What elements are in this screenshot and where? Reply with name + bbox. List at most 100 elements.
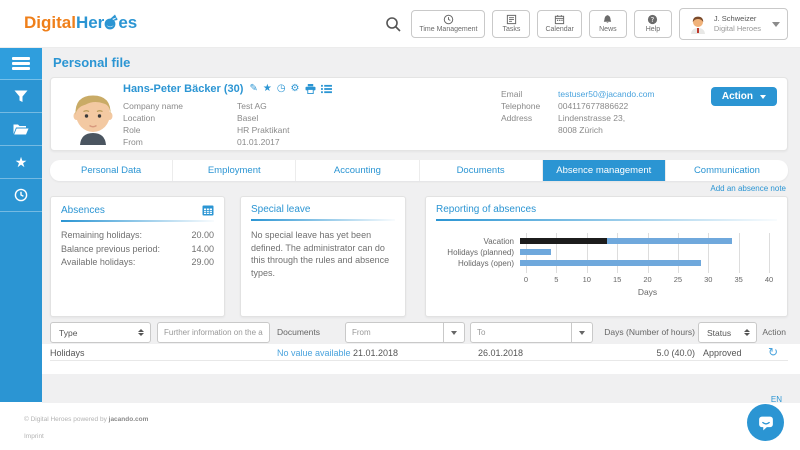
from-date-field[interactable] [346,323,443,342]
add-absence-note-link[interactable]: Add an absence note [710,184,786,193]
from-date-input [345,322,465,343]
comet-icon [103,14,119,30]
summary-label: Balance previous period: [61,244,160,258]
chart-tick-label: 15 [613,275,621,284]
tab-accounting[interactable]: Accounting [296,160,419,181]
header-nav: Time Management Tasks Calendar News [384,7,788,41]
nav-tasks-button[interactable]: Tasks [492,10,530,38]
date-dropdown-icon[interactable] [443,323,464,342]
page-title: Personal file [53,55,130,70]
imprint-link[interactable]: Imprint [24,433,44,440]
to-date-input [470,322,593,343]
profile-tabs: Personal Data Employment Accounting Docu… [50,160,788,181]
chart-tick-label: 30 [704,275,712,284]
sidebar-history-button[interactable] [0,179,42,212]
hamburger-icon [12,57,30,70]
chart-bar-track [520,260,769,266]
cell-documents-link[interactable]: No value available [277,348,351,358]
app-logo: Digital Her es [24,13,137,33]
chart-row: Vacation [426,236,779,246]
email-link[interactable]: testuser50@jacando.com [558,88,655,100]
sidebar-files-button[interactable] [0,113,42,146]
sidebar-filter-button[interactable] [0,80,42,113]
absence-bar-chart: VacationHolidays (planned)Holidays (open… [426,233,779,311]
tab-communication[interactable]: Communication [666,160,788,181]
sidebar-favorites-button[interactable]: ★ [0,146,42,179]
special-leave-title: Special leave [251,204,310,215]
nav-label: Help [646,26,660,33]
folder-icon [13,123,29,135]
contact-values: testuser50@jacando.com 004117677886622 L… [558,88,655,136]
action-button[interactable]: Action [711,87,777,106]
chevron-down-icon [772,22,780,27]
logo-text-her: Her [76,13,104,33]
tab-employment[interactable]: Employment [173,160,296,181]
filter-icon [14,90,28,103]
chat-widget-button[interactable] [747,404,784,441]
jacando-link[interactable]: jacando.com [109,416,149,423]
cell-type: Holidays [50,348,85,358]
edit-pencil-icon[interactable]: ✎ [249,84,257,94]
cell-to-date: 26.01.2018 [478,348,523,358]
favorite-star-icon[interactable]: ★ [263,84,272,94]
action-column-label: Action [758,327,786,337]
tab-personal-data[interactable]: Personal Data [50,160,173,181]
address-label: Address [501,112,540,124]
chart-bar-track [520,249,769,255]
sidebar-menu-button[interactable] [0,48,42,80]
absence-summary-row: Balance previous period: 14.00 [61,244,214,258]
history-clock-icon[interactable]: ◷ [277,84,286,94]
field-value: Test AG [237,100,289,112]
refresh-icon[interactable]: ↻ [768,346,778,358]
select-stepper-icon [744,329,750,336]
chart-x-axis-label: Days [526,287,769,297]
clock-icon [14,188,28,202]
field-label: Location [123,112,183,124]
settings-gear-icon[interactable]: ⚙ [291,84,300,94]
tasks-icon [500,14,522,25]
chart-tick-label: 0 [524,275,528,284]
left-sidebar: ★ [0,48,42,402]
chevron-down-icon [760,95,766,99]
chart-tick-label: 5 [554,275,558,284]
date-dropdown-icon[interactable] [571,323,592,342]
copyright-text: © Digital Heroes powered by jacando.com [24,416,148,423]
search-icon[interactable] [384,15,402,33]
action-button-label: Action [722,91,753,102]
table-row[interactable]: Holidays No value available 21.01.2018 2… [50,344,788,361]
summary-value: 29.00 [191,257,214,271]
chart-bar-segment [520,260,701,266]
user-menu-button[interactable]: J. Schweizer Digital Heroes [679,8,788,40]
field-label: Company name [123,100,183,112]
to-date-field[interactable] [471,323,571,342]
tab-absence-management[interactable]: Absence management [543,160,666,181]
employee-action-icons: ✎ ★ ◷ ⚙ [249,84,331,94]
language-selector[interactable]: EN [771,395,782,404]
tab-documents[interactable]: Documents [420,160,543,181]
calendar-icon[interactable] [202,204,214,216]
summary-label: Available holidays: [61,257,135,271]
absence-info-input[interactable] [157,322,270,343]
chart-tick-label: 25 [674,275,682,284]
employee-name: Hans-Peter Bäcker (30) [123,83,243,95]
top-header: Digital Her es Time Management [0,0,800,48]
chart-bar-segment [520,238,607,244]
nav-news-button[interactable]: News [589,10,627,38]
nav-label: News [599,26,617,33]
user-info: J. Schweizer Digital Heroes [714,14,761,34]
print-icon[interactable] [305,84,316,94]
nav-label: Calendar [545,26,573,33]
telephone-label: Telephone [501,100,540,112]
employee-name-row: Hans-Peter Bäcker (30) ✎ ★ ◷ ⚙ [123,83,332,95]
nav-time-management-button[interactable]: Time Management [411,10,485,38]
summary-value: 20.00 [191,230,214,244]
nav-help-button[interactable]: ? Help [634,10,672,38]
status-select[interactable]: Status [698,322,757,343]
employee-card: Hans-Peter Bäcker (30) ✎ ★ ◷ ⚙ Company n… [50,77,788,151]
chart-bar-segment [607,238,732,244]
details-list-icon[interactable] [321,84,332,94]
special-leave-panel: Special leave No special leave has yet b… [240,196,406,317]
type-select[interactable]: Type [50,322,151,343]
absence-summary-row: Available holidays: 29.00 [61,257,214,271]
nav-calendar-button[interactable]: Calendar [537,10,581,38]
